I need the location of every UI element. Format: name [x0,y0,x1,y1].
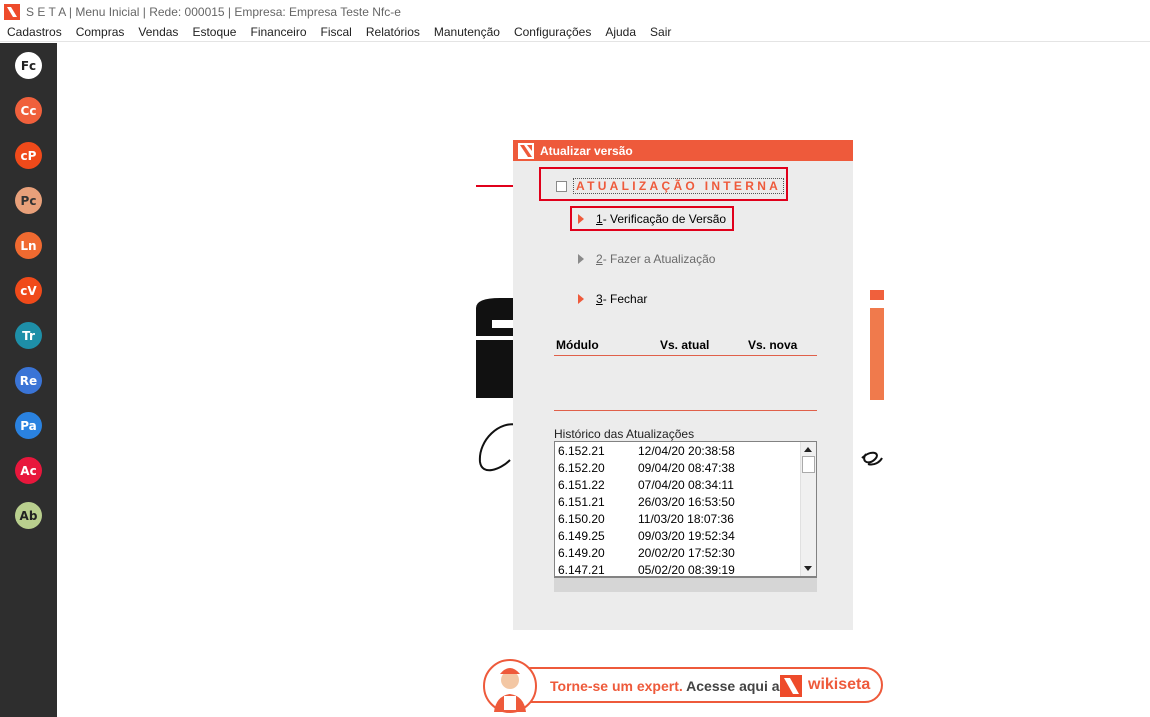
menu-item-vendas[interactable]: Vendas [131,25,185,39]
menu-item-relatorios[interactable]: Relatórios [359,25,427,39]
modules-table-header: Módulo Vs. atual Vs. nova [554,338,817,356]
history-version: 6.149.20 [558,546,605,560]
step-label: - Fechar [602,292,648,306]
history-date: 20/02/20 17:52:30 [638,546,735,560]
sidebar-button-pa[interactable]: Pa [15,412,42,439]
sidebar-button-cp[interactable]: cP [15,142,42,169]
update-version-dialog: Atualizar versão ATUALIZAÇÃO INTERNA 1 -… [513,140,853,630]
dialog-header: Atualizar versão [513,140,853,161]
modules-table-bottom [554,410,817,411]
seta-logo-icon [518,142,534,159]
history-list[interactable]: 6.152.21 12/04/20 20:38:58 6.152.20 09/04/2… [554,441,817,578]
step-label: - Fazer a Atualização [602,252,716,266]
menu-item-ajuda[interactable]: Ajuda [598,25,643,39]
sidebar-button-cc[interactable]: Cc [15,97,42,124]
menu-item-sair[interactable]: Sair [643,25,678,39]
history-date: 07/04/20 08:34:11 [638,478,734,492]
menu-item-cadastros[interactable]: Cadastros [0,25,69,39]
col-module: Módulo [556,338,599,352]
history-row[interactable]: 6.150.20 11/03/20 18:07:36 [558,512,734,529]
sidebar-button-pc[interactable]: Pc [15,187,42,214]
step-number: 1 [596,212,603,226]
sidebar-button-cv[interactable]: cV [15,277,42,304]
sidebar-button-ac[interactable]: Ac [15,457,42,484]
history-version: 6.152.20 [558,461,605,475]
menu-item-fiscal[interactable]: Fiscal [314,25,359,39]
menu-item-configuracoes[interactable]: Configurações [507,25,598,39]
internal-update-checkbox-row[interactable]: ATUALIZAÇÃO INTERNA [556,178,785,194]
menu-bar: Cadastros Compras Vendas Estoque Financeiro F… [0,23,1150,42]
sidebar: Fc Cc cP Pc Ln cV Tr Re Pa Ac Ab [0,43,57,717]
banner-text-1: Torne-se um expert. [550,678,683,694]
dialog-title: Atualizar versão [540,143,633,158]
play-arrow-icon [578,254,584,264]
sidebar-button-fc[interactable]: Fc [15,52,42,79]
banner-brand: wikiseta [808,676,871,693]
menu-item-financeiro[interactable]: Financeiro [243,25,313,39]
step-close[interactable]: 3 - Fechar [578,292,647,306]
step-number: 3 [596,292,603,306]
history-date: 12/04/20 20:38:58 [638,444,735,458]
history-version: 6.152.21 [558,444,605,458]
scroll-up-icon[interactable] [804,447,812,452]
scroll-thumb[interactable] [802,456,815,473]
internal-update-label[interactable]: ATUALIZAÇÃO INTERNA [573,178,785,194]
history-row[interactable]: 6.152.20 09/04/20 08:47:38 [558,461,735,478]
history-date: 11/03/20 18:07:36 [638,512,734,526]
banner-text[interactable]: Torne-se um expert. Acesse aqui a [550,678,780,694]
history-date: 09/04/20 08:47:38 [638,461,735,475]
history-version: 6.150.20 [558,512,605,526]
window-titlebar: S E T A | Menu Inicial | Rede: 000015 | … [0,0,1150,23]
history-version: 6.151.22 [558,478,605,492]
step-number: 2 [596,252,603,266]
history-date: 26/03/20 16:53:50 [638,495,735,509]
history-footer-bar [554,578,817,592]
scroll-down-icon[interactable] [804,566,812,571]
play-arrow-icon [578,294,584,304]
window-title: S E T A | Menu Inicial | Rede: 000015 | … [26,4,401,19]
menu-item-compras[interactable]: Compras [69,25,132,39]
sidebar-button-ln[interactable]: Ln [15,232,42,259]
play-arrow-icon [578,214,584,224]
history-date: 09/03/20 19:52:34 [638,529,735,543]
history-row[interactable]: 6.151.21 26/03/20 16:53:50 [558,495,735,512]
seta-logo-icon [4,3,20,20]
menu-item-manutencao[interactable]: Manutenção [427,25,507,39]
sidebar-button-ab[interactable]: Ab [15,502,42,529]
history-row[interactable]: 6.152.21 12/04/20 20:38:58 [558,444,735,461]
step-label: - Verificação de Versão [602,212,727,226]
menu-item-estoque[interactable]: Estoque [185,25,243,39]
sidebar-button-re[interactable]: Re [15,367,42,394]
col-current-version: Vs. atual [660,338,710,352]
history-row[interactable]: 6.149.25 09/03/20 19:52:34 [558,529,735,546]
banner-text-2: Acesse aqui a [682,678,780,694]
history-version: 6.151.21 [558,495,605,509]
history-row[interactable]: 6.151.22 07/04/20 08:34:11 [558,478,734,495]
history-row[interactable]: 6.149.20 20/02/20 17:52:30 [558,546,735,563]
col-new-version: Vs. nova [748,338,798,352]
internal-update-checkbox[interactable] [556,180,567,192]
history-scrollbar[interactable] [800,442,816,576]
step-do-update[interactable]: 2 - Fazer a Atualização [578,252,715,266]
sidebar-button-tr[interactable]: Tr [15,322,42,349]
step-verify-version[interactable]: 1 - Verificação de Versão [578,212,726,226]
history-version: 6.149.25 [558,529,605,543]
history-label: Histórico das Atualizações [554,427,695,441]
